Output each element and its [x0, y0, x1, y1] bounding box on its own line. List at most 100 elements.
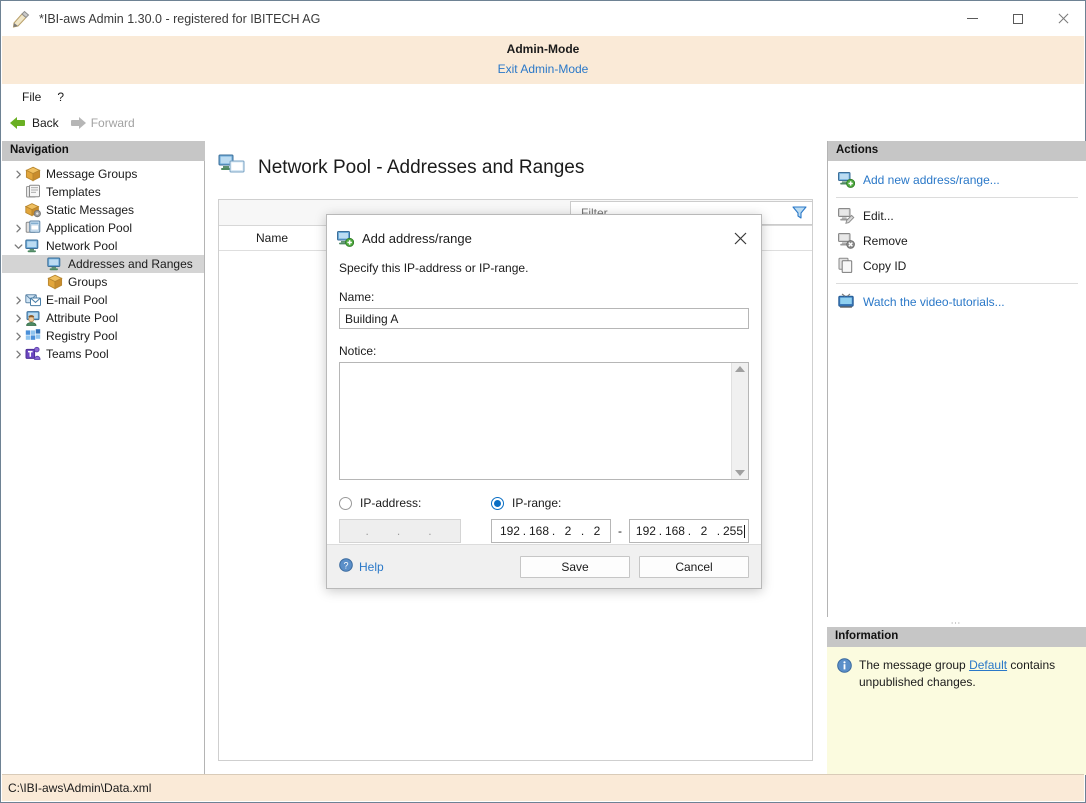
navigation-toolbar: Back Forward: [2, 109, 1084, 137]
notice-scrollbar[interactable]: [731, 363, 748, 479]
sidebar-item-label: Groups: [68, 275, 107, 289]
teams-icon: [25, 346, 41, 362]
ip-address-radio[interactable]: [339, 497, 352, 510]
sidebar-item-templates[interactable]: Templates: [2, 183, 204, 201]
dialog-description: Specify this IP-address or IP-range.: [339, 261, 749, 275]
save-button[interactable]: Save: [520, 556, 630, 578]
action-add-new-address-range[interactable]: Add new address/range...: [828, 167, 1086, 192]
sidebar-item-e-mail-pool[interactable]: E-mail Pool: [2, 291, 204, 309]
action-watch-the-video-tutorials[interactable]: Watch the video-tutorials...: [828, 289, 1086, 314]
user-monitor-icon: [25, 310, 41, 326]
ip-address-label: IP-address:: [360, 496, 421, 510]
templates-icon: [25, 184, 41, 200]
name-input[interactable]: [339, 308, 749, 329]
television-icon: [838, 293, 855, 310]
ip-range-radio-row[interactable]: IP-range:: [491, 496, 749, 510]
sidebar-item-label: Teams Pool: [46, 347, 109, 361]
window-title: *IBI-aws Admin 1.30.0 - registered for I…: [39, 12, 320, 26]
chevron-right-icon[interactable]: [12, 224, 25, 233]
ip-selection-section: IP-address: ... IP-range: 192.168.2.2: [339, 496, 749, 543]
actions-pane-header: Actions: [828, 141, 1086, 161]
sidebar-item-registry-pool[interactable]: Registry Pool: [2, 327, 204, 345]
name-field-label: Name:: [339, 290, 749, 304]
chevron-right-icon[interactable]: [12, 332, 25, 341]
dialog-title: Add address/range: [362, 231, 472, 246]
admin-mode-title: Admin-Mode: [2, 36, 1084, 56]
sidebar-item-label: Static Messages: [46, 203, 134, 217]
back-button[interactable]: Back: [10, 116, 59, 130]
status-bar: C:\IBI-aws\Admin\Data.xml: [2, 774, 1084, 801]
minimize-icon: [967, 18, 978, 19]
actions-list: Add new address/range... Edit...RemoveCop…: [828, 161, 1086, 314]
sidebar-item-network-pool[interactable]: Network Pool: [2, 237, 204, 255]
column-header-name[interactable]: Name: [219, 231, 288, 245]
ip-range-from-input[interactable]: 192.168.2.2: [491, 519, 611, 543]
ip-range-radio[interactable]: [491, 497, 504, 510]
actions-separator: [836, 283, 1078, 284]
ip-range-from-octet-3: 2: [558, 524, 578, 538]
notice-textarea[interactable]: [340, 363, 731, 479]
registry-grid-icon: [25, 328, 41, 344]
title-bar: *IBI-aws Admin 1.30.0 - registered for I…: [1, 1, 1085, 36]
dialog-close-button[interactable]: [729, 227, 751, 249]
sidebar-item-message-groups[interactable]: Message Groups: [2, 165, 204, 183]
funnel-icon[interactable]: [786, 206, 812, 219]
menu-item-help[interactable]: ?: [49, 87, 72, 107]
close-button[interactable]: [1040, 1, 1085, 36]
action-copy-id[interactable]: Copy ID: [828, 253, 1086, 278]
ip-range-column: IP-range: 192.168.2.2 - 192.168.2.255: [491, 496, 749, 543]
exit-admin-mode-link[interactable]: Exit Admin-Mode: [498, 62, 589, 76]
sidebar-item-addresses-and-ranges[interactable]: Addresses and Ranges: [2, 255, 204, 273]
notice-field-label: Notice:: [339, 344, 749, 358]
sidebar-item-attribute-pool[interactable]: Attribute Pool: [2, 309, 204, 327]
pen-document-icon: [11, 9, 31, 29]
ip-dot: .: [714, 524, 723, 538]
chevron-down-icon[interactable]: [12, 242, 25, 251]
sidebar-item-application-pool[interactable]: Application Pool: [2, 219, 204, 237]
ip-dot: .: [520, 524, 529, 538]
ip-dot: .: [578, 524, 587, 538]
admin-mode-banner: Admin-Mode Exit Admin-Mode: [2, 36, 1084, 84]
dialog-buttons: Save Cancel: [511, 556, 749, 578]
ip-range-label: IP-range:: [512, 496, 561, 510]
sidebar-item-static-messages[interactable]: Static Messages: [2, 201, 204, 219]
scroll-down-icon[interactable]: [735, 470, 745, 476]
minimize-button[interactable]: [950, 1, 995, 36]
sidebar-item-label: Message Groups: [46, 167, 137, 181]
sidebar-item-groups[interactable]: Groups: [2, 273, 204, 291]
ip-address-radio-row[interactable]: IP-address:: [339, 496, 491, 510]
help-icon: ?: [339, 558, 353, 575]
chevron-right-icon[interactable]: [12, 314, 25, 323]
ip-range-to-input[interactable]: 192.168.2.255: [629, 519, 749, 543]
add-address-range-dialog: Add address/range Specify this IP-addres…: [326, 214, 762, 589]
menu-item-file[interactable]: File: [14, 87, 49, 107]
add-address-icon: [838, 171, 855, 188]
forward-button[interactable]: Forward: [69, 116, 135, 130]
chevron-right-icon[interactable]: [12, 350, 25, 359]
chevron-right-icon[interactable]: [12, 170, 25, 179]
action-edit[interactable]: Edit...: [828, 203, 1086, 228]
information-default-link[interactable]: Default: [969, 658, 1007, 672]
navigation-pane: Navigation Message GroupsTemplatesStatic…: [2, 141, 205, 775]
help-link[interactable]: ? Help: [339, 558, 384, 575]
svg-text:?: ?: [343, 560, 348, 570]
sidebar-item-label: Attribute Pool: [46, 311, 118, 325]
sidebar-item-teams-pool[interactable]: Teams Pool: [2, 345, 204, 363]
cancel-button[interactable]: Cancel: [639, 556, 749, 578]
maximize-button[interactable]: [995, 1, 1040, 36]
ip-address-input[interactable]: ...: [339, 519, 461, 543]
sidebar-item-label: Registry Pool: [46, 329, 117, 343]
menu-bar: File ?: [2, 84, 1084, 109]
window-controls: [950, 1, 1085, 36]
arrow-left-icon: [10, 116, 28, 130]
notice-field-wrapper: [339, 362, 749, 480]
action-remove[interactable]: Remove: [828, 228, 1086, 253]
chevron-right-icon[interactable]: [12, 296, 25, 305]
monitor-icon: [47, 256, 63, 272]
scroll-up-icon[interactable]: [735, 366, 745, 372]
copy-icon: [838, 257, 855, 274]
ip-range-to-octet-3: 2: [694, 524, 714, 538]
ip-range-to-octet-4: 255: [723, 524, 743, 538]
ip-dot: .: [656, 524, 665, 538]
ip-dot: .: [394, 524, 403, 538]
